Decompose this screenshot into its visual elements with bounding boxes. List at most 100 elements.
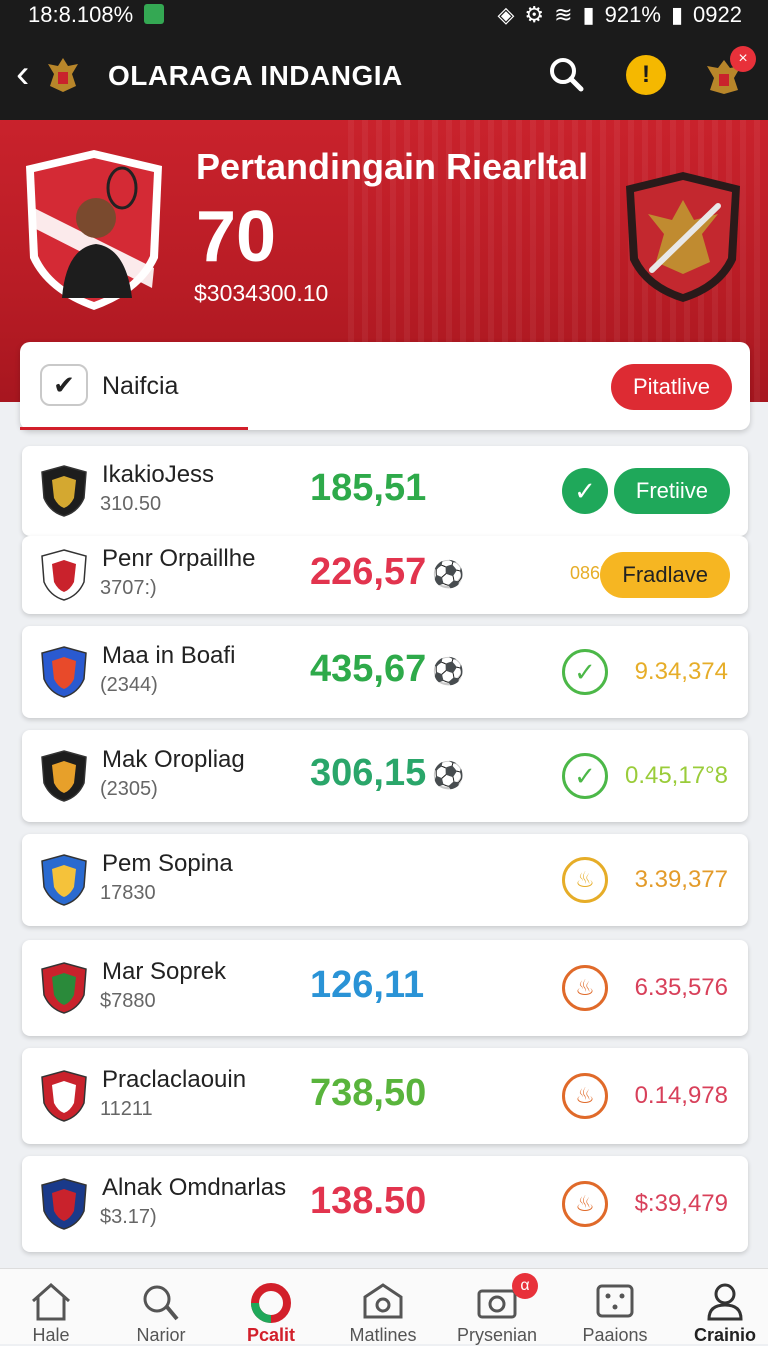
team-crest-icon (41, 962, 87, 1014)
garuda-shield-icon (626, 172, 740, 302)
match-score: 738,50 (310, 1072, 427, 1114)
alert-icon[interactable]: ! (626, 55, 666, 95)
team-crest-icon (41, 854, 87, 906)
check-mark-icon: ✔ (40, 364, 88, 406)
team-name: Praclaclaouin (102, 1066, 247, 1093)
odds-value: $:39,479 (634, 1190, 728, 1217)
team-crest-icon (41, 750, 87, 802)
status-bar: 18:8.108% ◈ ⚙ ≋ ▮ 921% ▮ 0922 (0, 0, 768, 30)
team-sub: 11211 (100, 1098, 153, 1120)
dice-icon (596, 1284, 634, 1318)
match-score: 185,51 (310, 467, 427, 509)
match-score: 435,67 (310, 648, 427, 690)
hero-amount: $3034300.10 (194, 280, 329, 306)
odds-value: 3.39,377 (634, 866, 728, 893)
match-row[interactable]: Penr Orpaillhe 3707:) 226,57 ⚽ 0865 Fradlave (22, 536, 748, 614)
match-score: 226,57 (310, 551, 427, 593)
team-sub: (2344) (100, 674, 158, 696)
team-name: Pem Sopina (102, 850, 233, 877)
flame-icon: ♨ (562, 1073, 608, 1119)
flame-icon: ♨ (562, 857, 608, 903)
app-title: OLARAGA INDANGIA (108, 60, 403, 91)
garuda-crest-icon (48, 58, 78, 92)
team-name: Maa in Boafi (102, 642, 236, 669)
team-name: Mar Soprek (102, 958, 227, 985)
odds-value: 9.34,374 (634, 658, 728, 685)
team-sub: 3707:) (100, 577, 157, 599)
match-row[interactable]: Mar Soprek $7880 126,11 ♨ 6.35,576 (22, 940, 748, 1036)
bottom-nav: Hale Narior Pcalit Matlines Prysenian α … (0, 1268, 768, 1345)
tab-card: ✔ Naifcia Pitatlive (20, 342, 750, 430)
bluetooth-icon: ◈ (497, 2, 515, 27)
soccer-ball-icon: ⚽ (432, 559, 465, 589)
back-icon[interactable]: ‹ (16, 52, 29, 96)
match-score: 126,11 (310, 964, 425, 1006)
nav-badge: α (512, 1273, 538, 1299)
team-name: IkakioJess (102, 461, 215, 488)
user-icon (707, 1283, 743, 1321)
match-score: 138.50 (310, 1180, 427, 1222)
battery-percent: 921% (604, 2, 661, 27)
gear-icon: ⚙ (524, 2, 545, 27)
match-row[interactable]: Pem Sopina 17830 ♨ 3.39,377 (22, 834, 748, 926)
nav-home[interactable]: Hale (0, 1269, 106, 1345)
team-sub: $7880 (100, 990, 156, 1012)
home-icon (32, 1282, 70, 1321)
match-row[interactable]: Alnak Omdnarlas $3.17) 138.50 ♨ $:39,479 (22, 1156, 748, 1252)
odds-value: 0.14,978 (634, 1082, 728, 1109)
status-button[interactable]: Fradlave (600, 552, 730, 598)
app-bar: ‹ OLARAGA INDANGIA ! × (0, 30, 768, 120)
team-sub: 17830 (100, 882, 156, 904)
team-sub: $3.17) (100, 1206, 157, 1228)
flame-icon: ♨ (562, 1181, 608, 1227)
team-sub: 310.50 (100, 493, 162, 515)
team-crest-icon (41, 549, 87, 601)
notification-icon (144, 4, 164, 24)
nav-search[interactable]: Narior (106, 1269, 216, 1345)
match-row[interactable]: Maa in Boafi (2344) 435,67 ⚽ ✓ 9.34,374 (22, 626, 748, 718)
team-crest-icon (41, 646, 87, 698)
nav-stats[interactable]: Paaions (560, 1269, 670, 1345)
soccer-ball-icon: ⚽ (432, 760, 465, 790)
nav-label: Crainio (693, 1325, 756, 1345)
team-name: Penr Orpaillhe (102, 545, 256, 572)
odds-value: 0.45,17°8 (624, 762, 728, 789)
nav-profile[interactable]: Crainio (670, 1269, 768, 1345)
nav-label: Paaions (582, 1325, 648, 1345)
status-clock: 0922 (693, 2, 742, 27)
team-crest-icon (41, 1178, 87, 1230)
match-row[interactable]: Mak Oropliag (2305) 306,15 ⚽ ✓ 0.45,17°8 (22, 730, 748, 822)
notification-badge: × (730, 46, 756, 72)
soccer-ball-icon: ⚽ (432, 656, 465, 686)
check-circle-icon: ✓ (562, 468, 608, 514)
live-pill-button[interactable]: Pitatlive (610, 364, 732, 410)
status-button[interactable]: Fretiive (613, 468, 730, 514)
nav-label: Hale (32, 1325, 70, 1345)
match-row[interactable]: Praclaclaouin 11211 738,50 ♨ 0.14,978 (22, 1048, 748, 1144)
nav-label: Matlines (349, 1325, 417, 1345)
flame-icon: ♨ (562, 965, 608, 1011)
check-outline-icon: ✓ (562, 649, 608, 695)
hero-score: 70 (196, 197, 277, 277)
nav-label: Narior (136, 1325, 186, 1345)
wifi-icon: ≋ (554, 2, 573, 27)
odds-value: 6.35,576 (634, 974, 728, 1001)
team-crest-icon (41, 465, 87, 517)
nav-matches[interactable]: Matlines (328, 1269, 438, 1345)
team-sub: (2305) (100, 778, 158, 800)
tab-label[interactable]: Naifcia (102, 372, 178, 401)
team-name: Mak Oropliag (102, 746, 245, 773)
nav-label: Prysenian (456, 1325, 538, 1345)
tab-underline (20, 427, 248, 430)
magnifier-icon (143, 1285, 179, 1321)
live-ring-icon (251, 1283, 291, 1323)
nav-label: Pcalit (246, 1325, 296, 1345)
battery-icon: ▮ (670, 2, 684, 27)
match-score: 306,15 (310, 752, 427, 794)
status-time: 18:8.108% (28, 2, 134, 27)
signal-icon: ▮ (582, 2, 595, 27)
nav-live[interactable]: Pcalit (216, 1269, 326, 1345)
match-row[interactable]: IkakioJess 310.50 185,51 ✓ Fretiive (22, 446, 748, 536)
player-shield-icon (26, 150, 162, 310)
search-icon[interactable] (546, 54, 586, 94)
